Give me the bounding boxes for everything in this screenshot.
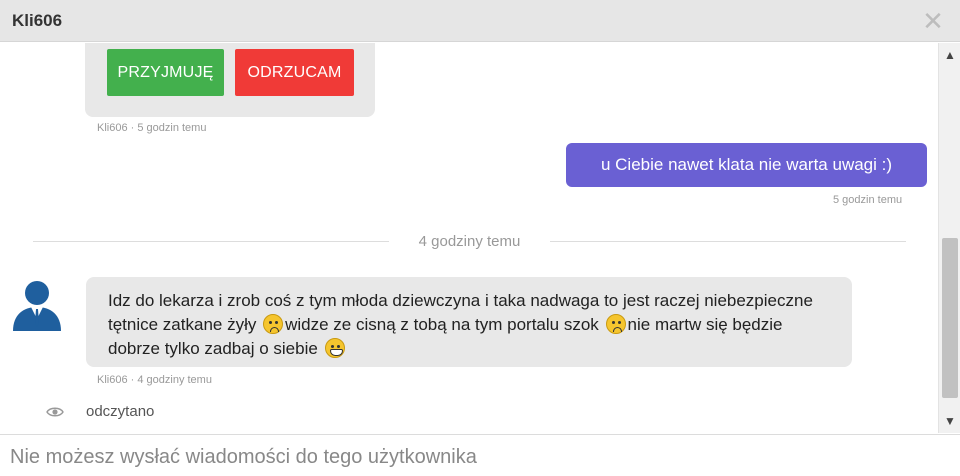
time-divider: 4 godziny temu	[33, 229, 906, 253]
window-title: Kli606	[12, 11, 63, 30]
eye-icon	[46, 407, 64, 417]
scroll-up-icon[interactable]: ▲	[939, 45, 960, 65]
outgoing-timestamp: 5 godzin temu	[833, 194, 903, 206]
chat-messages[interactable]: PRZYJMUJĘ ODRZUCAM Kli606 · 5 godzin tem…	[0, 43, 938, 433]
grin-emoji-icon	[324, 338, 345, 358]
incoming-text-part2: widze ze cisną z tobą na tym portalu szo…	[285, 315, 599, 334]
incoming-message: Idz do lekarza i zrob coś z tym młoda dz…	[86, 277, 852, 367]
frown-emoji-icon	[605, 314, 626, 334]
message-composer: Nie możesz wysłać wiadomości do tego uży…	[0, 434, 960, 476]
scrollbar-thumb[interactable]	[942, 238, 958, 398]
invite-timestamp: Kli606 · 5 godzin temu	[97, 122, 207, 134]
invite-message: PRZYJMUJĘ ODRZUCAM	[85, 43, 375, 117]
outgoing-message: u Ciebie nawet klata nie warta uwagi :)	[566, 143, 927, 187]
frown-emoji-icon	[263, 314, 284, 334]
accept-button[interactable]: PRZYJMUJĘ	[107, 49, 224, 96]
composer-disabled-notice: Nie możesz wysłać wiadomości do tego uży…	[10, 446, 477, 468]
reject-button[interactable]: ODRZUCAM	[235, 49, 354, 96]
scroll-down-icon[interactable]: ▼	[939, 411, 960, 431]
incoming-timestamp: Kli606 · 4 godziny temu	[97, 374, 212, 386]
user-avatar-icon[interactable]	[9, 275, 65, 331]
divider-label: 4 godziny temu	[418, 233, 521, 250]
read-status-label: odczytano	[86, 403, 155, 420]
window-titlebar: Kli606 ✕	[0, 0, 960, 42]
chat-scrollbar[interactable]: ▲ ▼	[938, 43, 960, 433]
close-icon[interactable]: ✕	[920, 8, 946, 34]
